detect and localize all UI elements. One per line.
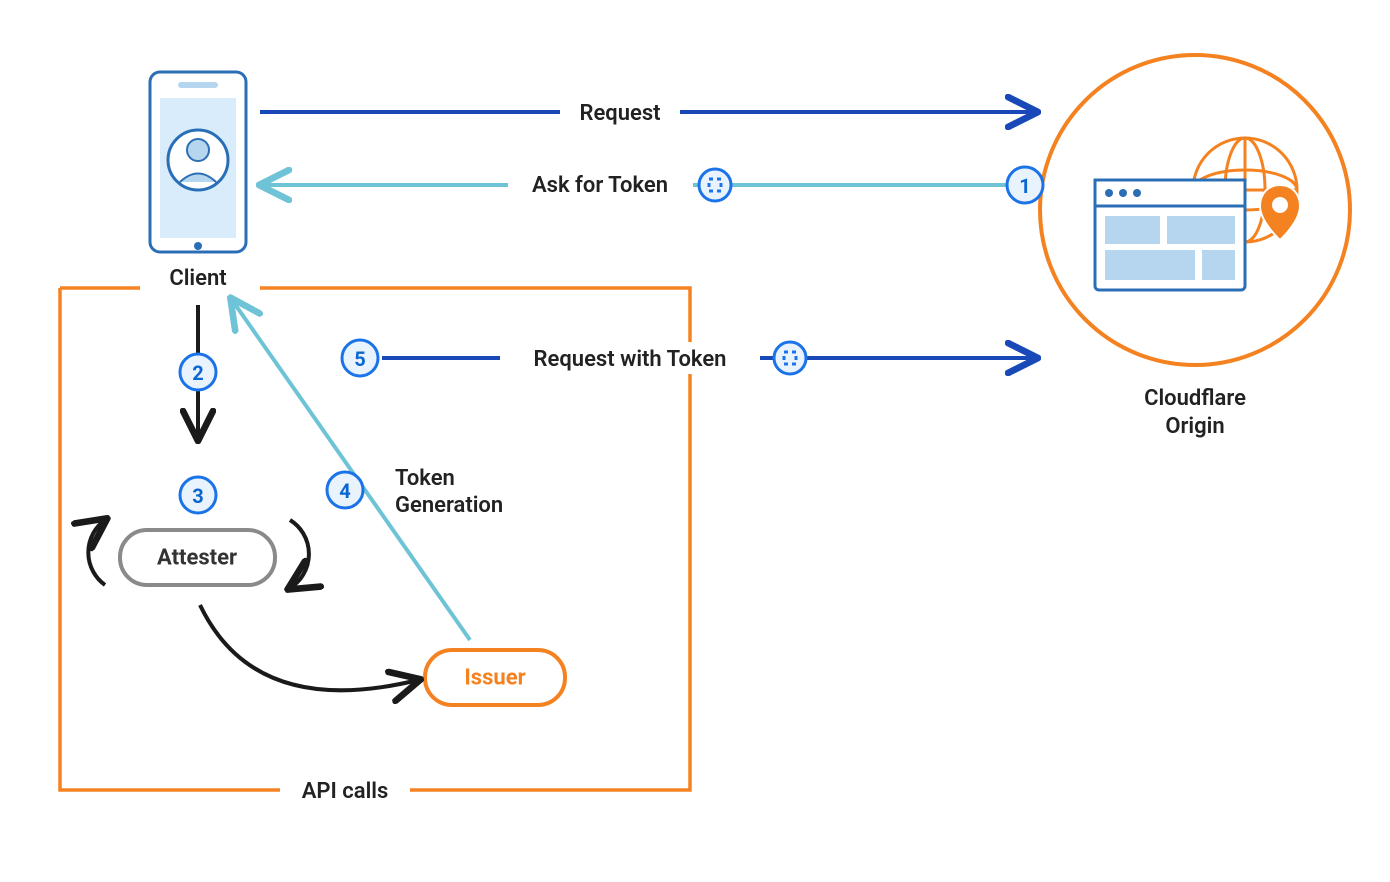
token-gen-label-2: Generation: [395, 493, 503, 518]
token-gen-label-1: Token: [395, 466, 455, 491]
step-1: 1: [1007, 167, 1043, 203]
svg-text:3: 3: [192, 484, 203, 508]
issuer-node: Issuer: [425, 650, 565, 705]
step-4: 4: [327, 472, 363, 508]
client-label: Client: [169, 266, 226, 291]
attester-label: Attester: [157, 546, 237, 571]
svg-text:5: 5: [354, 347, 365, 371]
svg-text:2: 2: [192, 361, 203, 385]
attester-to-issuer-arrow: [200, 605, 418, 690]
svg-text:4: 4: [339, 479, 350, 503]
cycle-arrow-left-icon: [88, 520, 105, 585]
step-2: 2: [180, 354, 216, 390]
api-calls-label: API calls: [302, 779, 389, 804]
browser-window-icon: [1095, 180, 1245, 290]
origin-label-line2: Origin: [1165, 414, 1224, 439]
svg-text:1: 1: [1019, 174, 1030, 198]
step-3: 3: [180, 477, 216, 513]
token-icon: [774, 342, 806, 374]
origin-node: Cloudflare Origin: [1040, 55, 1350, 439]
issuer-label: Issuer: [464, 666, 525, 691]
attester-node: Attester: [88, 520, 309, 588]
token-icon: [699, 169, 731, 201]
avatar-icon: [168, 130, 228, 190]
request-with-token-label: Request with Token: [534, 347, 727, 372]
cycle-arrow-right-icon: [290, 520, 309, 588]
ask-token-label: Ask for Token: [532, 173, 668, 198]
client-node: Client: [150, 72, 246, 291]
origin-label-line1: Cloudflare: [1144, 386, 1246, 411]
request-label: Request: [579, 101, 660, 126]
step-5: 5: [342, 340, 378, 376]
